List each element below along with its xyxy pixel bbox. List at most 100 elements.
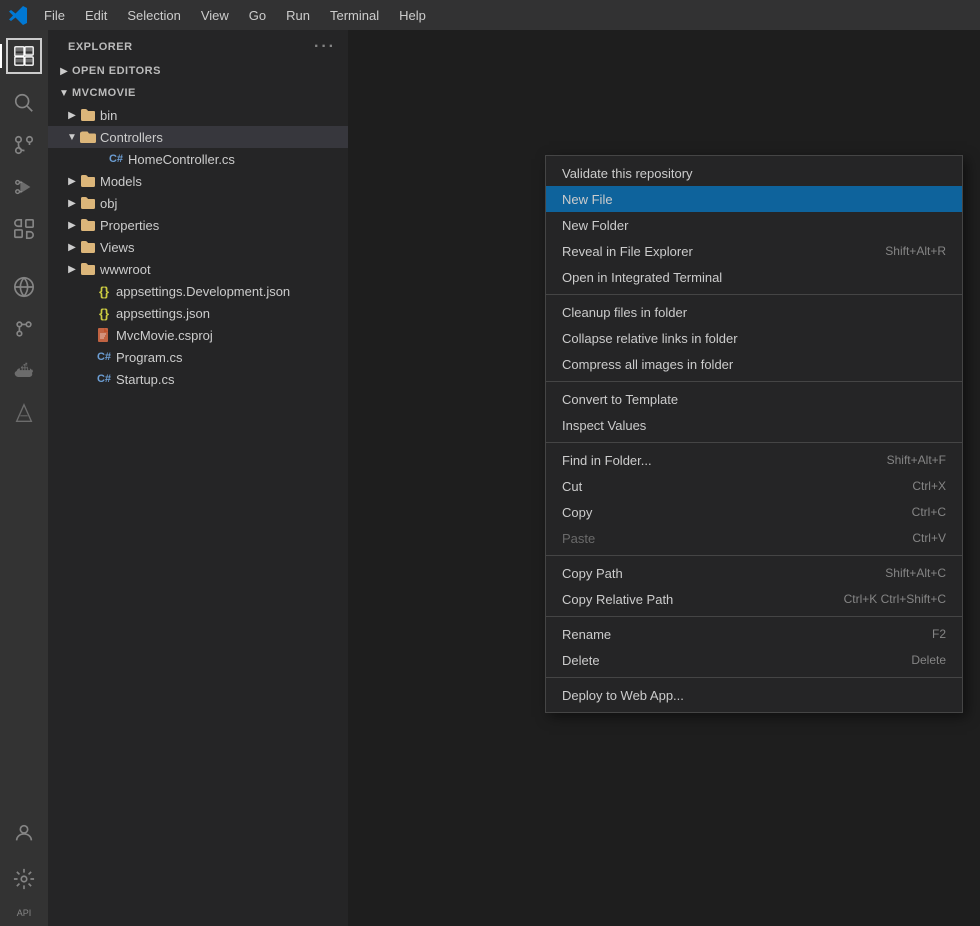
ctx-item-validate-this-repository[interactable]: Validate this repository xyxy=(546,160,962,186)
ctx-item-copy[interactable]: Copy Ctrl+C xyxy=(546,499,962,525)
tree-item-obj[interactable]: ▶ obj xyxy=(48,192,348,214)
ctx-item-convert-to-template[interactable]: Convert to Template xyxy=(546,386,962,412)
source-control-activity-icon[interactable] xyxy=(7,128,41,162)
ctx-item-shortcut: Ctrl+V xyxy=(912,531,946,545)
azure-activity-icon[interactable] xyxy=(7,396,41,430)
menu-selection[interactable]: Selection xyxy=(119,6,188,25)
ctx-item-rename[interactable]: RenameF2 xyxy=(546,621,962,647)
vscode-logo-icon xyxy=(8,5,28,25)
obj-label: obj xyxy=(100,196,340,211)
menu-run[interactable]: Run xyxy=(278,6,318,25)
ctx-item-find-in-folder[interactable]: Find in Folder...Shift+Alt+F xyxy=(546,447,962,473)
ctx-item-deploy-to-web-app[interactable]: Deploy to Web App... xyxy=(546,682,962,708)
ctx-item-copy-path[interactable]: Copy PathShift+Alt+C xyxy=(546,560,962,586)
ctx-separator xyxy=(546,555,962,556)
ctx-item-label: Compress all images in folder xyxy=(562,357,733,372)
ctx-item-label: Cleanup files in folder xyxy=(562,305,687,320)
ctx-item-label: New File xyxy=(562,192,613,207)
remote-activity-icon[interactable] xyxy=(7,270,41,304)
tree-item-startup[interactable]: C# Startup.cs xyxy=(48,368,348,390)
tree-item-appsettings-dev[interactable]: {} appsettings.Development.json xyxy=(48,280,348,302)
ctx-item-shortcut: Shift+Alt+R xyxy=(885,244,946,258)
tree-item-appsettings[interactable]: {} appsettings.json xyxy=(48,302,348,324)
json-braces-icon: {} xyxy=(96,283,112,299)
ctx-item-delete[interactable]: DeleteDelete xyxy=(546,647,962,673)
tree-item-homecontroller[interactable]: C# HomeController.cs xyxy=(48,148,348,170)
ctx-item-label: New Folder xyxy=(562,218,628,233)
ctx-item-copy-relative-path[interactable]: Copy Relative PathCtrl+K Ctrl+Shift+C xyxy=(546,586,962,612)
docker-activity-icon[interactable] xyxy=(7,354,41,388)
obj-folder-icon xyxy=(80,195,96,211)
ctx-item-compress-all-images-in-folder[interactable]: Compress all images in folder xyxy=(546,351,962,377)
folder-open-icon xyxy=(80,129,96,145)
sidebar-more-button[interactable]: ··· xyxy=(314,38,336,56)
ctx-item-shortcut: Ctrl+C xyxy=(912,505,946,519)
ctx-item-new-folder[interactable]: New Folder xyxy=(546,212,962,238)
ctx-item-reveal-in-file-explorer[interactable]: Reveal in File Explorer Shift+Alt+R xyxy=(546,238,962,264)
bin-arrow: ▶ xyxy=(64,107,80,123)
models-arrow: ▶ xyxy=(64,173,80,189)
startup-cs-icon: C# xyxy=(96,371,112,387)
ctx-separator xyxy=(546,677,962,678)
ctx-separator xyxy=(546,294,962,295)
explorer-activity-icon[interactable] xyxy=(6,38,42,74)
settings-activity-icon[interactable] xyxy=(7,862,41,896)
ctx-item-shortcut: Shift+Alt+C xyxy=(885,566,946,580)
tree-item-controllers[interactable]: ▼ Controllers xyxy=(48,126,348,148)
menu-view[interactable]: View xyxy=(193,6,237,25)
ctx-item-open-in-integrated-terminal[interactable]: Open in Integrated Terminal xyxy=(546,264,962,290)
tree-item-models[interactable]: ▶ Models xyxy=(48,170,348,192)
ctx-item-paste: PasteCtrl+V xyxy=(546,525,962,551)
models-label: Models xyxy=(100,174,340,189)
ctx-item-shortcut: Delete xyxy=(911,653,946,667)
ctx-separator xyxy=(546,442,962,443)
ctx-item-new-file[interactable]: New File xyxy=(546,186,962,212)
mvcmovie-arrow: ▼ xyxy=(56,85,72,101)
tree-item-properties[interactable]: ▶ Properties xyxy=(48,214,348,236)
accounts-activity-icon[interactable] xyxy=(7,816,41,850)
obj-arrow: ▶ xyxy=(64,195,80,211)
ctx-item-cleanup-files-in-folder[interactable]: Cleanup files in folder xyxy=(546,299,962,325)
ctx-item-shortcut: Ctrl+X xyxy=(912,479,946,493)
ctx-item-label: Validate this repository xyxy=(562,166,693,181)
menu-file[interactable]: File xyxy=(36,6,73,25)
menu-help[interactable]: Help xyxy=(391,6,434,25)
mvcmovie-section[interactable]: ▼ MVCMOVIE xyxy=(48,82,348,104)
properties-label: Properties xyxy=(100,218,340,233)
open-editors-section[interactable]: ▶ OPEN EDITORS xyxy=(48,60,348,82)
ctx-item-inspect-values[interactable]: Inspect Values xyxy=(546,412,962,438)
folder-icon xyxy=(80,107,96,123)
ctx-separator xyxy=(546,616,962,617)
menu-edit[interactable]: Edit xyxy=(77,6,115,25)
tree-item-views[interactable]: ▶ Views xyxy=(48,236,348,258)
json-braces-icon2: {} xyxy=(96,305,112,321)
open-editors-arrow: ▶ xyxy=(56,63,72,79)
ctx-separator xyxy=(546,381,962,382)
ctx-item-label: Copy xyxy=(562,505,592,520)
tree-item-wwwroot[interactable]: ▶ wwwroot xyxy=(48,258,348,280)
menu-terminal[interactable]: Terminal xyxy=(322,6,387,25)
git-activity-icon[interactable] xyxy=(7,312,41,346)
views-label: Views xyxy=(100,240,340,255)
ctx-item-collapse-relative-links-in-folder[interactable]: Collapse relative links in folder xyxy=(546,325,962,351)
run-debug-activity-icon[interactable] xyxy=(7,170,41,204)
csproj-icon xyxy=(96,327,112,343)
controllers-label: Controllers xyxy=(100,130,340,145)
menubar: File Edit Selection View Go Run Terminal… xyxy=(0,0,980,30)
ctx-item-cut[interactable]: Cut Ctrl+X xyxy=(546,473,962,499)
sidebar: EXPLORER ··· ▶ OPEN EDITORS ▼ MVCMOVIE ▶… xyxy=(48,30,348,926)
program-cs-icon: C# xyxy=(96,349,112,365)
extensions-activity-icon[interactable] xyxy=(7,212,41,246)
search-activity-icon[interactable] xyxy=(7,86,41,120)
menu-go[interactable]: Go xyxy=(241,6,274,25)
tree-item-program[interactable]: C# Program.cs xyxy=(48,346,348,368)
appsettings-label: appsettings.json xyxy=(116,306,340,321)
models-folder-icon xyxy=(80,173,96,189)
ctx-item-label: Reveal in File Explorer xyxy=(562,244,693,259)
properties-folder-icon xyxy=(80,217,96,233)
tree-item-csproj[interactable]: MvcMovie.csproj xyxy=(48,324,348,346)
ctx-item-label: Cut xyxy=(562,479,582,494)
controllers-arrow: ▼ xyxy=(64,129,80,145)
appsettings-dev-label: appsettings.Development.json xyxy=(116,284,340,299)
tree-item-bin[interactable]: ▶ bin xyxy=(48,104,348,126)
